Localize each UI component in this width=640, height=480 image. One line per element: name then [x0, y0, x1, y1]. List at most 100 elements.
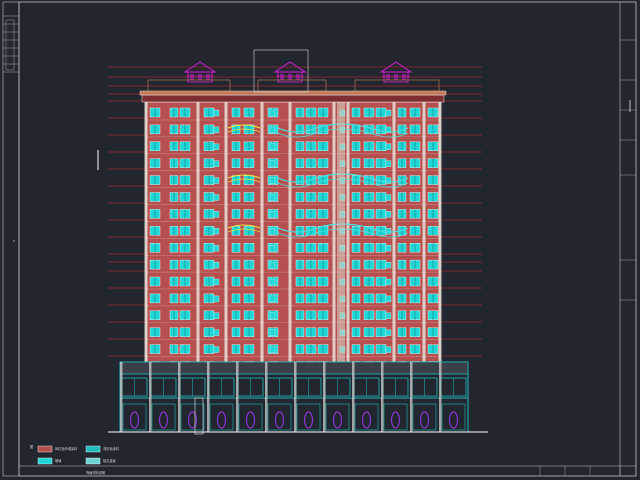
small-window: [385, 160, 392, 167]
pilaster-1: [196, 102, 200, 372]
shop-arch: [216, 411, 227, 429]
small-window: [385, 143, 392, 150]
left-title-strip: [2, 1, 20, 477]
legend-swatch: [85, 457, 101, 465]
parapet: [141, 94, 445, 103]
shop-front: [296, 403, 321, 431]
small-window: [269, 346, 276, 353]
pilaster-0: [144, 102, 148, 372]
shop-front: [151, 403, 176, 431]
shop-front: [209, 403, 234, 431]
small-window: [213, 245, 220, 252]
legend-title: 图: [30, 445, 33, 449]
small-window: [213, 126, 220, 134]
podium-column: [381, 362, 384, 432]
pilaster-6: [346, 102, 350, 372]
small-window: [269, 261, 276, 269]
small-window: [213, 160, 220, 167]
pavilion-window: [394, 74, 398, 80]
small-window: [385, 211, 392, 218]
legend-label: 浅灰色涂料: [103, 446, 120, 451]
small-window: [385, 329, 392, 336]
small-window: [213, 312, 220, 319]
legend-swatch: [37, 457, 53, 465]
left-strip-cell: [5, 19, 15, 71]
shop-front: [122, 403, 147, 431]
small-window: [385, 312, 392, 319]
podium-column: [410, 362, 413, 432]
small-window: [269, 228, 276, 235]
building-elevation[interactable]: [139, 90, 447, 374]
legend-label: 铝合金窗: [103, 458, 116, 463]
pavilion-window: [402, 74, 406, 80]
pavilion-window: [198, 74, 202, 80]
left-strip-box: [2, 1, 20, 477]
legend-swatch: [37, 445, 53, 453]
shop-front: [441, 403, 466, 431]
elevation-drawing[interactable]: 图 砖红色外墙涂料玻璃 浅灰色涂料铝合金窗饰面材料说明: [0, 0, 640, 480]
pilaster-5: [332, 102, 336, 372]
shop-front: [354, 403, 379, 431]
pavilion-window: [206, 74, 210, 80]
podium-column: [236, 362, 239, 432]
legend-label: 玻璃: [55, 458, 62, 463]
small-window: [213, 295, 220, 303]
small-window: [213, 211, 220, 218]
podium-column: [323, 362, 326, 432]
small-window: [269, 211, 276, 218]
stair-core: [337, 102, 345, 372]
small-window: [269, 126, 276, 134]
podium-column: [120, 362, 123, 432]
small-window: [213, 261, 220, 269]
podium-column: [294, 362, 297, 432]
shop-arch: [245, 411, 256, 429]
shop-arch: [158, 411, 169, 429]
pilaster-3: [260, 102, 264, 372]
podium-storefront[interactable]: [108, 361, 488, 435]
shop-arch: [129, 411, 140, 429]
shop-arch: [361, 411, 372, 429]
podium-column: [149, 362, 152, 432]
pilaster-9: [438, 102, 442, 372]
small-window: [385, 346, 392, 353]
shop-arch: [303, 411, 314, 429]
small-window: [269, 143, 276, 150]
small-window: [213, 329, 220, 336]
small-window: [213, 194, 220, 201]
podium-column: [352, 362, 355, 432]
small-window: [385, 245, 392, 252]
podium-column: [265, 362, 268, 432]
small-window: [385, 194, 392, 201]
shop-front: [180, 403, 205, 431]
small-window: [269, 329, 276, 336]
pavilion-window: [280, 74, 284, 80]
pavilion-window: [190, 74, 194, 80]
shop-front: [238, 403, 263, 431]
material-legend: 图 砖红色外墙涂料玻璃 浅灰色涂料铝合金窗饰面材料说明: [30, 445, 120, 475]
legend-label: 砖红色外墙涂料: [55, 446, 78, 451]
shop-arch: [274, 411, 285, 429]
small-window: [269, 312, 276, 319]
cad-viewport[interactable]: 图 砖红色外墙涂料 玻璃 浅灰色涂料铝合金窗饰面材料说明: [0, 0, 640, 480]
cornice: [139, 90, 447, 96]
shop-front: [383, 403, 408, 431]
pilaster-8: [422, 102, 426, 372]
small-window: [269, 160, 276, 167]
small-window: [213, 278, 220, 286]
small-window: [385, 261, 392, 269]
shop-arch: [390, 411, 401, 429]
small-window: [269, 295, 276, 303]
small-window: [385, 177, 392, 184]
pavilion-window: [288, 74, 292, 80]
podium-column: [207, 362, 210, 432]
pavilion-window: [386, 74, 390, 80]
small-window: [385, 295, 392, 303]
shop-arch: [187, 411, 198, 429]
legend-note: 饰面材料说明: [86, 470, 105, 475]
small-window: [269, 194, 276, 201]
shop-arch: [448, 411, 459, 429]
small-window: [385, 109, 392, 117]
small-window: [269, 278, 276, 286]
small-window: [213, 109, 220, 117]
pilaster-2: [224, 102, 228, 372]
